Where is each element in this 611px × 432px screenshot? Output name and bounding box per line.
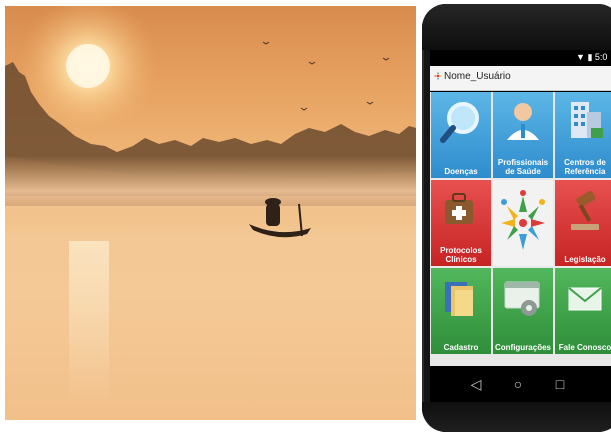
magnifier-icon [440, 102, 479, 143]
tile-fale-conosco[interactable]: Fale Conosco [555, 268, 611, 354]
tile-configuracoes[interactable]: Configurações [493, 268, 553, 354]
back-button[interactable]: ◁ [466, 374, 486, 394]
wifi-icon: ▼ [576, 52, 585, 62]
phone-screen: ▼ ▮ 5:0 Nome_Usuário Doenças Profissiona… [430, 50, 611, 402]
logo-people-icon [501, 190, 545, 250]
app-bar: Nome_Usuário [430, 66, 611, 91]
settings-icon [504, 281, 540, 316]
tile-centros-referencia[interactable]: Centros de Referência [555, 92, 611, 178]
home-button[interactable]: ○ [508, 374, 528, 394]
tile-label: Centros de Referência [564, 158, 606, 176]
building-icon [571, 102, 603, 138]
app-logo-icon [433, 71, 443, 81]
status-icons: ▼ ▮ 5:0 [576, 52, 607, 63]
user-name-title: Nome_Usuário [444, 71, 511, 82]
tile-doencas[interactable]: Doenças [431, 92, 491, 178]
doctor-icon [507, 103, 539, 140]
recent-apps-button[interactable]: □ [550, 374, 570, 394]
envelope-icon [568, 287, 602, 311]
tile-label: Legislação [564, 255, 606, 264]
battery-icon: ▮ [587, 52, 593, 62]
phone-bottom-bezel [422, 402, 611, 432]
tile-profissionais-saude[interactable]: Profissionais de Saúde [493, 92, 553, 178]
tile-label: Cadastro [443, 343, 479, 352]
tile-label: Fale Conosco [558, 343, 611, 352]
tile-label: Doenças [444, 167, 478, 176]
status-bar: ▼ ▮ 5:0 [430, 50, 611, 66]
phone-top-bezel [422, 4, 611, 50]
folder-icon [445, 282, 473, 316]
status-time: 5:0 [594, 52, 608, 62]
tile-app-logo [493, 180, 553, 266]
river-sunrise-photo [5, 6, 416, 420]
tile-cadastro[interactable]: Cadastro [431, 268, 491, 354]
tile-legislacao[interactable]: Legislação [555, 180, 611, 266]
tile-label: Profissionais de Saúde [497, 158, 549, 176]
tile-protocolos-clinicos[interactable]: Protocolos Clínicos [431, 180, 491, 266]
tile-label: Configurações [494, 343, 551, 352]
menu-grid: Doenças Profissionais de Saúde Centros d… [430, 92, 611, 366]
navigation-bar: ◁ ○ □ [430, 366, 611, 402]
medical-bag-icon [445, 193, 473, 224]
gavel-icon [571, 190, 599, 230]
tile-label: Protocolos Clínicos [440, 246, 482, 264]
android-phone: ▼ ▮ 5:0 Nome_Usuário Doenças Profissiona… [422, 4, 611, 432]
